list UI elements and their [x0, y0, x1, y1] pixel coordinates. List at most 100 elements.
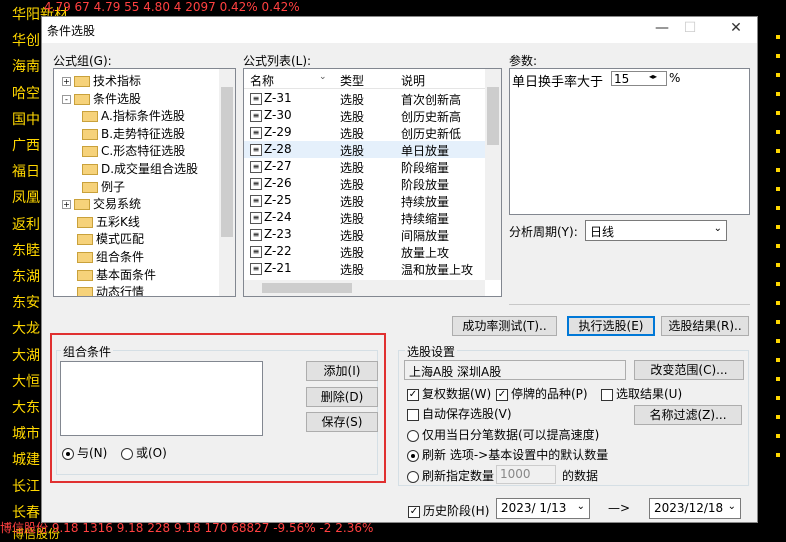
folder-icon: [82, 181, 98, 193]
formula-type: 选股: [340, 246, 365, 260]
radio-refresh-n-label: 刷新指定数量: [422, 469, 495, 483]
date-to-picker[interactable]: 2023/12/18 ⌄: [649, 498, 741, 519]
formula-row[interactable]: ≡ Z-28 选股 单日放量: [244, 141, 485, 158]
tree-scrollbar[interactable]: [219, 69, 235, 296]
tree-item[interactable]: + 交易系统: [62, 195, 141, 213]
check-icon: ✓: [407, 388, 419, 401]
collapse-icon[interactable]: -: [62, 94, 71, 104]
chk-rights-data[interactable]: ✓ 复权数据(W): [407, 385, 491, 402]
radio-and-dot: [62, 447, 74, 460]
formula-row[interactable]: ≡ Z-22 选股 放量上攻: [244, 243, 485, 260]
refresh-count-input[interactable]: 1000: [496, 465, 556, 484]
list-hscrollbar[interactable]: [244, 280, 485, 296]
formula-name: Z-26: [264, 176, 292, 190]
tree-item[interactable]: - 条件选股: [62, 90, 141, 108]
formula-name: Z-22: [264, 244, 292, 258]
expand-icon[interactable]: +: [62, 200, 71, 210]
folder-icon: [82, 128, 98, 140]
formula-name: Z-29: [264, 125, 292, 139]
combo-condition-list[interactable]: [60, 361, 263, 436]
execute-selection-button[interactable]: 执行选股(E): [567, 316, 655, 336]
name-filter-button[interactable]: 名称过滤(Z)...: [634, 405, 742, 425]
radio-refresh-n-dot: [407, 470, 419, 483]
save-button[interactable]: 保存(S): [306, 412, 378, 432]
radio-refresh-n[interactable]: 刷新指定数量: [407, 467, 494, 484]
params-label: 参数:: [509, 54, 538, 68]
column-desc[interactable]: 说明: [401, 72, 425, 89]
spin-arrows-icon[interactable]: ◂▸: [649, 72, 657, 81]
close-button[interactable]: ✕: [722, 20, 750, 40]
formula-row[interactable]: ≡ Z-30 选股 创历史新高: [244, 107, 485, 124]
check-icon: ✓: [496, 388, 508, 401]
column-type[interactable]: 类型: [340, 72, 364, 89]
column-name[interactable]: 名称: [250, 72, 274, 89]
period-select[interactable]: 日线 ⌄: [585, 220, 727, 241]
formula-row[interactable]: ≡ Z-27 选股 阶段缩量: [244, 158, 485, 175]
formula-list[interactable]: 名称 ⌄ 类型 说明 ≡ Z-31 选股 首次创新高 ≡ Z-30 选股 创历史新高 ≡ Z-29…: [243, 68, 502, 297]
chk-rights-label: 复权数据(W): [422, 387, 492, 401]
chk-autosave-label: 自动保存选股(V): [422, 407, 512, 421]
add-button[interactable]: 添加(I): [306, 361, 378, 381]
radio-refresh-default[interactable]: 刷新 选项->基本设置中的默认数量: [407, 446, 608, 463]
delete-button[interactable]: 删除(D): [306, 387, 378, 407]
tree-item[interactable]: 组合条件: [62, 248, 144, 266]
date-from-picker[interactable]: 2023/ 1/13 ⌄: [496, 498, 590, 519]
tree-item-label: 模式匹配: [96, 232, 145, 247]
date-to-value: 2023/12/18: [654, 501, 724, 515]
radio-today-only[interactable]: 仅用当日分笔数据(可以提高速度): [407, 426, 599, 443]
success-rate-test-button[interactable]: 成功率测试(T)..: [452, 316, 557, 336]
formula-row[interactable]: ≡ Z-29 选股 创历史新低: [244, 124, 485, 141]
tree-item-label: 基本面条件: [96, 267, 157, 282]
formula-icon: ≡: [250, 160, 262, 173]
folder-icon: [77, 252, 93, 263]
background-stock-name: 大恒: [12, 373, 40, 390]
tree-item[interactable]: A.指标条件选股: [82, 107, 185, 125]
selection-result-button[interactable]: 选股结果(R)..: [661, 316, 749, 336]
tree-item[interactable]: D.成交量组合选股: [82, 160, 198, 178]
tree-item[interactable]: 基本面条件: [62, 266, 156, 284]
formula-row[interactable]: ≡ Z-21 选股 温和放量上攻: [244, 260, 485, 277]
change-range-button[interactable]: 改变范围(C)...: [634, 360, 744, 380]
radio-or[interactable]: 或(O): [121, 444, 167, 461]
chk-result-label: 选取结果(U): [616, 387, 683, 401]
formula-type: 选股: [340, 212, 365, 226]
radio-and[interactable]: 与(N): [62, 444, 107, 461]
formula-group-label: 公式组(G):: [53, 54, 112, 68]
tree-item[interactable]: 例子: [82, 178, 125, 196]
date-range-arrow: —>: [608, 501, 631, 515]
tree-item[interactable]: 五彩K线: [62, 213, 140, 231]
formula-row[interactable]: ≡ Z-23 选股 间隔放量: [244, 226, 485, 243]
minimize-button[interactable]: —: [648, 20, 676, 40]
background-stock-name: 华创: [12, 33, 40, 50]
tree-item-label: 技术指标: [93, 74, 142, 88]
formula-desc: 首次创新高: [401, 93, 462, 107]
formula-row[interactable]: ≡ Z-24 选股 持续缩量: [244, 209, 485, 226]
formula-icon: ≡: [250, 143, 262, 156]
expand-icon[interactable]: +: [62, 77, 71, 86]
formula-row[interactable]: ≡ Z-31 选股 首次创新高: [244, 90, 485, 107]
tree-item[interactable]: 模式匹配: [62, 230, 144, 248]
formula-icon: ≡: [250, 126, 262, 139]
param-value-input[interactable]: 15 ◂▸: [611, 71, 667, 86]
tree-item[interactable]: B.走势特征选股: [82, 125, 185, 143]
chk-suspended[interactable]: ✓ 停牌的品种(P): [496, 385, 588, 402]
formula-row[interactable]: ≡ Z-25 选股 持续放量: [244, 192, 485, 209]
chk-select-result[interactable]: 选取结果(U): [601, 385, 682, 402]
tree-item[interactable]: 动态行情: [62, 283, 144, 296]
tree-item[interactable]: + 技术指标: [62, 72, 141, 90]
formula-row[interactable]: ≡ Z-26 选股 阶段放量: [244, 175, 485, 192]
background-stock-name: 福日: [12, 164, 40, 181]
chevron-down-icon: ⌄: [576, 501, 585, 512]
formula-name: Z-28: [264, 142, 292, 156]
radio-refresh-label: 刷新 选项->基本设置中的默认数量: [422, 448, 609, 462]
tree-item-label: B.走势特征选股: [101, 126, 186, 141]
chk-history[interactable]: ✓ 历史阶段(H): [408, 502, 489, 519]
formula-group-tree[interactable]: + 技术指标 - 条件选股 A.指标条件选股 B.走势特征选股 C.形态特征选股 D.成交量组…: [53, 68, 236, 297]
radio-or-dot: [121, 447, 133, 460]
maximize-button[interactable]: ☐: [676, 20, 704, 40]
chk-autosave[interactable]: 自动保存选股(V): [407, 405, 512, 422]
formula-name: Z-30: [264, 108, 292, 122]
tree-item[interactable]: C.形态特征选股: [82, 142, 185, 160]
list-vscrollbar[interactable]: [485, 69, 501, 280]
formula-icon: ≡: [250, 92, 262, 105]
